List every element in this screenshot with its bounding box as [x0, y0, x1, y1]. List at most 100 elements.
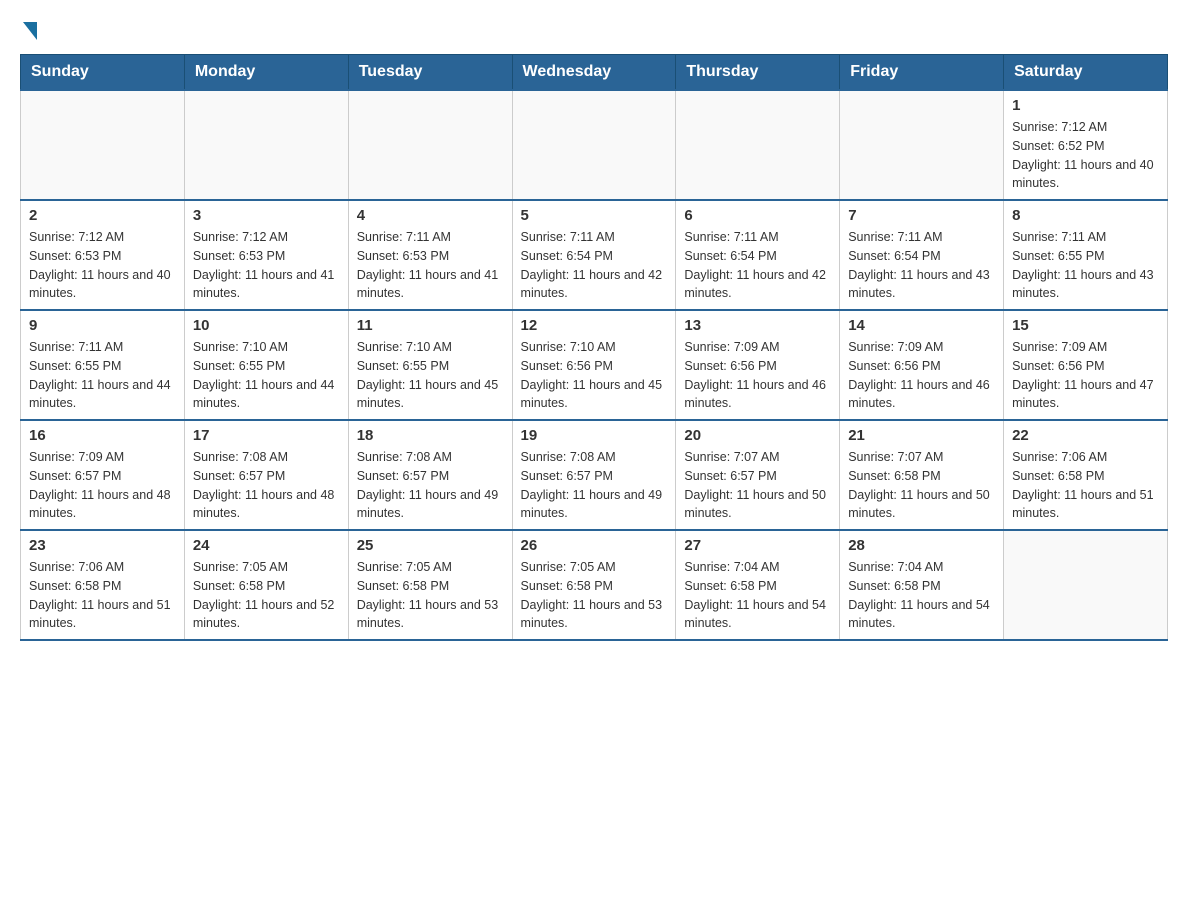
day-number: 18	[357, 427, 504, 444]
day-info: Sunrise: 7:05 AMSunset: 6:58 PMDaylight:…	[193, 558, 340, 633]
calendar-cell: 25 Sunrise: 7:05 AMSunset: 6:58 PMDayligh…	[348, 530, 512, 640]
calendar-header-sunday: Sunday	[21, 55, 185, 91]
day-info: Sunrise: 7:11 AMSunset: 6:53 PMDaylight:…	[357, 228, 504, 303]
calendar-cell: 24 Sunrise: 7:05 AMSunset: 6:58 PMDayligh…	[184, 530, 348, 640]
calendar-week-row: 23 Sunrise: 7:06 AMSunset: 6:58 PMDayligh…	[21, 530, 1168, 640]
day-number: 8	[1012, 207, 1159, 224]
calendar-cell: 23 Sunrise: 7:06 AMSunset: 6:58 PMDayligh…	[21, 530, 185, 640]
calendar-cell: 12 Sunrise: 7:10 AMSunset: 6:56 PMDayligh…	[512, 310, 676, 420]
day-info: Sunrise: 7:11 AMSunset: 6:55 PMDaylight:…	[1012, 228, 1159, 303]
calendar-header-wednesday: Wednesday	[512, 55, 676, 91]
day-number: 21	[848, 427, 995, 444]
day-number: 12	[521, 317, 668, 334]
day-info: Sunrise: 7:11 AMSunset: 6:54 PMDaylight:…	[684, 228, 831, 303]
calendar-cell	[676, 90, 840, 200]
calendar-cell: 18Sunrise: 7:08 AMSunset: 6:57 PMDayligh…	[348, 420, 512, 530]
calendar-cell: 21 Sunrise: 7:07 AMSunset: 6:58 PMDayligh…	[840, 420, 1004, 530]
day-info: Sunrise: 7:10 AMSunset: 6:55 PMDaylight:…	[193, 338, 340, 413]
day-number: 1	[1012, 97, 1159, 114]
calendar-cell: 10 Sunrise: 7:10 AMSunset: 6:55 PMDayligh…	[184, 310, 348, 420]
day-info: Sunrise: 7:08 AMSunset: 6:57 PMDaylight:…	[521, 448, 668, 523]
day-number: 16	[29, 427, 176, 444]
calendar-header-thursday: Thursday	[676, 55, 840, 91]
calendar-cell	[840, 90, 1004, 200]
calendar-week-row: 9 Sunrise: 7:11 AMSunset: 6:55 PMDaylight…	[21, 310, 1168, 420]
day-number: 11	[357, 317, 504, 334]
day-info: Sunrise: 7:12 AMSunset: 6:53 PMDaylight:…	[29, 228, 176, 303]
calendar-cell: 2 Sunrise: 7:12 AMSunset: 6:53 PMDaylight…	[21, 200, 185, 310]
calendar-cell: 27 Sunrise: 7:04 AMSunset: 6:58 PMDayligh…	[676, 530, 840, 640]
day-number: 27	[684, 537, 831, 554]
day-info: Sunrise: 7:09 AMSunset: 6:56 PMDaylight:…	[684, 338, 831, 413]
day-info: Sunrise: 7:08 AMSunset: 6:57 PMDaylight:…	[193, 448, 340, 523]
day-info: Sunrise: 7:11 AMSunset: 6:54 PMDaylight:…	[521, 228, 668, 303]
day-info: Sunrise: 7:07 AMSunset: 6:57 PMDaylight:…	[684, 448, 831, 523]
calendar-cell: 19Sunrise: 7:08 AMSunset: 6:57 PMDayligh…	[512, 420, 676, 530]
logo-triangle-icon	[23, 22, 37, 40]
day-info: Sunrise: 7:06 AMSunset: 6:58 PMDaylight:…	[1012, 448, 1159, 523]
day-number: 17	[193, 427, 340, 444]
calendar-table: SundayMondayTuesdayWednesdayThursdayFrid…	[20, 54, 1168, 641]
day-info: Sunrise: 7:12 AMSunset: 6:53 PMDaylight:…	[193, 228, 340, 303]
calendar-header-row: SundayMondayTuesdayWednesdayThursdayFrid…	[21, 55, 1168, 91]
day-number: 10	[193, 317, 340, 334]
day-number: 26	[521, 537, 668, 554]
day-info: Sunrise: 7:09 AMSunset: 6:56 PMDaylight:…	[1012, 338, 1159, 413]
calendar-cell: 8 Sunrise: 7:11 AMSunset: 6:55 PMDaylight…	[1004, 200, 1168, 310]
day-number: 4	[357, 207, 504, 224]
day-info: Sunrise: 7:11 AMSunset: 6:55 PMDaylight:…	[29, 338, 176, 413]
day-number: 6	[684, 207, 831, 224]
day-number: 3	[193, 207, 340, 224]
day-info: Sunrise: 7:05 AMSunset: 6:58 PMDaylight:…	[521, 558, 668, 633]
day-info: Sunrise: 7:06 AMSunset: 6:58 PMDaylight:…	[29, 558, 176, 633]
day-info: Sunrise: 7:09 AMSunset: 6:56 PMDaylight:…	[848, 338, 995, 413]
day-number: 22	[1012, 427, 1159, 444]
day-number: 23	[29, 537, 176, 554]
day-info: Sunrise: 7:11 AMSunset: 6:54 PMDaylight:…	[848, 228, 995, 303]
calendar-cell: 28Sunrise: 7:04 AMSunset: 6:58 PMDayligh…	[840, 530, 1004, 640]
calendar-cell: 16 Sunrise: 7:09 AMSunset: 6:57 PMDayligh…	[21, 420, 185, 530]
calendar-cell: 22 Sunrise: 7:06 AMSunset: 6:58 PMDayligh…	[1004, 420, 1168, 530]
day-number: 14	[848, 317, 995, 334]
calendar-cell: 26 Sunrise: 7:05 AMSunset: 6:58 PMDayligh…	[512, 530, 676, 640]
day-info: Sunrise: 7:10 AMSunset: 6:55 PMDaylight:…	[357, 338, 504, 413]
calendar-cell: 17 Sunrise: 7:08 AMSunset: 6:57 PMDayligh…	[184, 420, 348, 530]
calendar-week-row: 2 Sunrise: 7:12 AMSunset: 6:53 PMDaylight…	[21, 200, 1168, 310]
calendar-cell: 11 Sunrise: 7:10 AMSunset: 6:55 PMDayligh…	[348, 310, 512, 420]
day-number: 24	[193, 537, 340, 554]
day-info: Sunrise: 7:12 AMSunset: 6:52 PMDaylight:…	[1012, 118, 1159, 193]
calendar-cell	[512, 90, 676, 200]
day-number: 13	[684, 317, 831, 334]
calendar-week-row: 1 Sunrise: 7:12 AMSunset: 6:52 PMDaylight…	[21, 90, 1168, 200]
day-info: Sunrise: 7:04 AMSunset: 6:58 PMDaylight:…	[684, 558, 831, 633]
logo	[20, 20, 37, 38]
calendar-cell: 15 Sunrise: 7:09 AMSunset: 6:56 PMDayligh…	[1004, 310, 1168, 420]
day-number: 9	[29, 317, 176, 334]
calendar-cell: 3 Sunrise: 7:12 AMSunset: 6:53 PMDaylight…	[184, 200, 348, 310]
calendar-header-friday: Friday	[840, 55, 1004, 91]
day-info: Sunrise: 7:09 AMSunset: 6:57 PMDaylight:…	[29, 448, 176, 523]
day-info: Sunrise: 7:07 AMSunset: 6:58 PMDaylight:…	[848, 448, 995, 523]
day-info: Sunrise: 7:04 AMSunset: 6:58 PMDaylight:…	[848, 558, 995, 633]
calendar-cell	[1004, 530, 1168, 640]
calendar-cell: 5Sunrise: 7:11 AMSunset: 6:54 PMDaylight…	[512, 200, 676, 310]
day-info: Sunrise: 7:05 AMSunset: 6:58 PMDaylight:…	[357, 558, 504, 633]
calendar-cell	[348, 90, 512, 200]
calendar-cell: 14 Sunrise: 7:09 AMSunset: 6:56 PMDayligh…	[840, 310, 1004, 420]
calendar-header-tuesday: Tuesday	[348, 55, 512, 91]
calendar-cell: 13 Sunrise: 7:09 AMSunset: 6:56 PMDayligh…	[676, 310, 840, 420]
day-info: Sunrise: 7:10 AMSunset: 6:56 PMDaylight:…	[521, 338, 668, 413]
day-number: 2	[29, 207, 176, 224]
calendar-cell	[184, 90, 348, 200]
calendar-header-monday: Monday	[184, 55, 348, 91]
calendar-header-saturday: Saturday	[1004, 55, 1168, 91]
day-number: 15	[1012, 317, 1159, 334]
calendar-week-row: 16 Sunrise: 7:09 AMSunset: 6:57 PMDayligh…	[21, 420, 1168, 530]
day-number: 7	[848, 207, 995, 224]
calendar-cell: 20 Sunrise: 7:07 AMSunset: 6:57 PMDayligh…	[676, 420, 840, 530]
calendar-cell: 1 Sunrise: 7:12 AMSunset: 6:52 PMDaylight…	[1004, 90, 1168, 200]
calendar-cell: 7 Sunrise: 7:11 AMSunset: 6:54 PMDaylight…	[840, 200, 1004, 310]
calendar-cell	[21, 90, 185, 200]
day-number: 25	[357, 537, 504, 554]
day-number: 20	[684, 427, 831, 444]
